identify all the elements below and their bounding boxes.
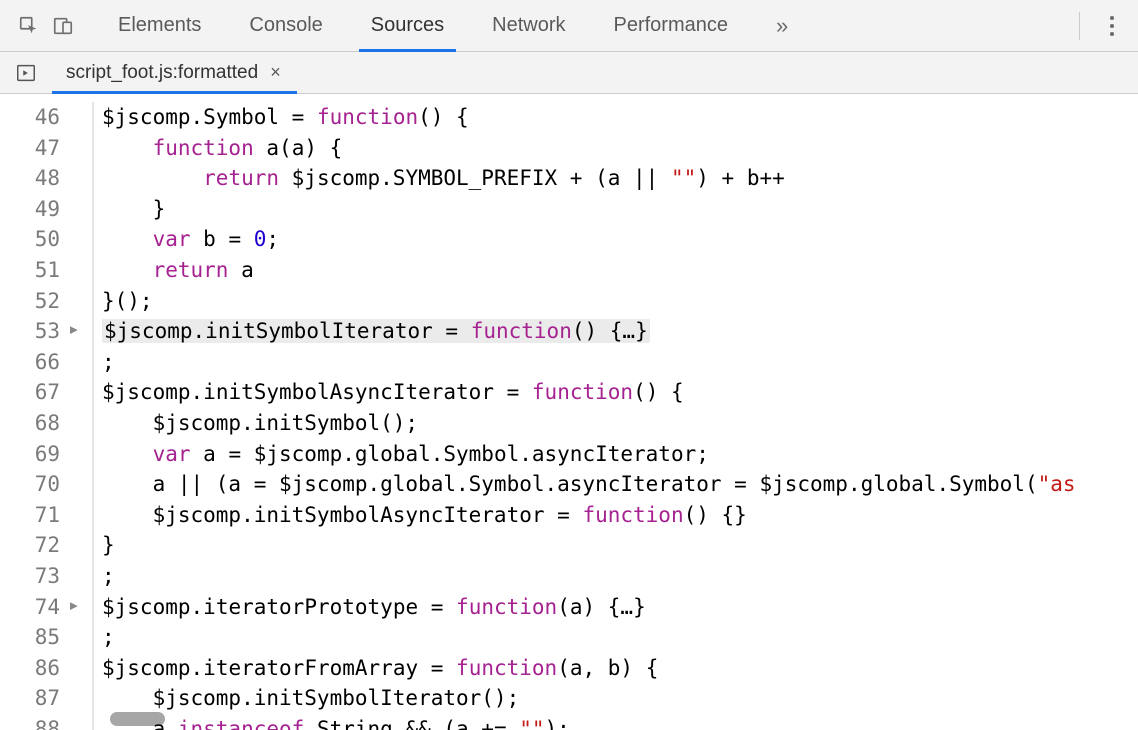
code-line[interactable]: ; xyxy=(102,561,1076,592)
line-number[interactable]: 49 xyxy=(0,194,60,225)
line-number[interactable]: 48 xyxy=(0,163,60,194)
line-number[interactable]: 66 xyxy=(0,347,60,378)
line-number[interactable]: 86 xyxy=(0,653,60,684)
code-line[interactable]: var b = 0; xyxy=(102,224,1076,255)
tab-elements[interactable]: Elements xyxy=(108,0,211,51)
line-number[interactable]: 69 xyxy=(0,439,60,470)
line-number[interactable]: 72 xyxy=(0,530,60,561)
tab-network[interactable]: Network xyxy=(482,0,575,51)
code-line[interactable]: ; xyxy=(102,622,1076,653)
line-number-gutter: 4647484950515253666768697071727374858687… xyxy=(0,94,70,730)
line-number[interactable]: 47 xyxy=(0,133,60,164)
line-number[interactable]: 88 xyxy=(0,714,60,730)
code-line[interactable]: $jscomp.iteratorFromArray = function(a, … xyxy=(102,653,1076,684)
tab-performance[interactable]: Performance xyxy=(604,0,739,51)
line-number[interactable]: 52 xyxy=(0,286,60,317)
line-number[interactable]: 73 xyxy=(0,561,60,592)
fold-toggle-icon[interactable]: ▶ xyxy=(70,316,78,347)
code-area[interactable]: $jscomp.Symbol = function() { function a… xyxy=(94,94,1076,730)
code-line[interactable]: $jscomp.initSymbolAsyncIterator = functi… xyxy=(102,377,1076,408)
code-line[interactable]: function a(a) { xyxy=(102,133,1076,164)
code-line[interactable]: $jscomp.Symbol = function() { xyxy=(102,102,1076,133)
tabs-overflow-icon[interactable]: » xyxy=(766,0,788,51)
line-number[interactable]: 51 xyxy=(0,255,60,286)
code-line[interactable]: $jscomp.initSymbolIterator = function() … xyxy=(102,316,1076,347)
code-line[interactable]: }(); xyxy=(102,286,1076,317)
main-panel-tabs: Elements Console Sources Network Perform… xyxy=(108,0,1069,51)
more-menu-icon[interactable] xyxy=(1100,10,1124,42)
toolbar-left-icons xyxy=(4,11,88,41)
tab-console[interactable]: Console xyxy=(239,0,332,51)
horizontal-scrollbar-thumb[interactable] xyxy=(110,712,165,726)
close-icon[interactable]: × xyxy=(268,62,283,83)
file-tab-bar: script_foot.js:formatted × xyxy=(0,52,1138,94)
navigator-toggle-icon[interactable] xyxy=(0,52,52,93)
line-number[interactable]: 53 xyxy=(0,316,60,347)
line-number[interactable]: 74 xyxy=(0,592,60,623)
code-line[interactable]: $jscomp.initSymbolIterator(); xyxy=(102,683,1076,714)
code-line[interactable]: var a = $jscomp.global.Symbol.asyncItera… xyxy=(102,439,1076,470)
fold-gutter: ▶▶ xyxy=(70,94,92,730)
line-number[interactable]: 68 xyxy=(0,408,60,439)
code-line[interactable]: } xyxy=(102,194,1076,225)
source-editor[interactable]: 4647484950515253666768697071727374858687… xyxy=(0,94,1138,730)
code-line[interactable]: return a xyxy=(102,255,1076,286)
device-toggle-icon[interactable] xyxy=(48,11,78,41)
line-number[interactable]: 46 xyxy=(0,102,60,133)
tab-sources[interactable]: Sources xyxy=(361,0,454,51)
code-line[interactable]: a || (a = $jscomp.global.Symbol.asyncIte… xyxy=(102,469,1076,500)
devtools-toolbar: Elements Console Sources Network Perform… xyxy=(0,0,1138,52)
code-line[interactable]: } xyxy=(102,530,1076,561)
file-tab-script-foot[interactable]: script_foot.js:formatted × xyxy=(52,52,297,93)
code-line[interactable]: return $jscomp.SYMBOL_PREFIX + (a || "")… xyxy=(102,163,1076,194)
code-line[interactable]: $jscomp.initSymbolAsyncIterator = functi… xyxy=(102,500,1076,531)
line-number[interactable]: 67 xyxy=(0,377,60,408)
code-line[interactable]: a instanceof String && (a += ""); xyxy=(102,714,1076,730)
line-number[interactable]: 71 xyxy=(0,500,60,531)
line-number[interactable]: 87 xyxy=(0,683,60,714)
code-line[interactable]: $jscomp.initSymbol(); xyxy=(102,408,1076,439)
fold-toggle-icon[interactable]: ▶ xyxy=(70,592,78,623)
toolbar-right xyxy=(1069,10,1134,42)
code-line[interactable]: $jscomp.iteratorPrototype = function(a) … xyxy=(102,592,1076,623)
line-number[interactable]: 70 xyxy=(0,469,60,500)
code-line[interactable]: ; xyxy=(102,347,1076,378)
inspect-element-icon[interactable] xyxy=(14,11,44,41)
line-number[interactable]: 85 xyxy=(0,622,60,653)
line-number[interactable]: 50 xyxy=(0,224,60,255)
toolbar-divider xyxy=(1079,12,1080,40)
file-tab-label: script_foot.js:formatted xyxy=(66,62,258,84)
